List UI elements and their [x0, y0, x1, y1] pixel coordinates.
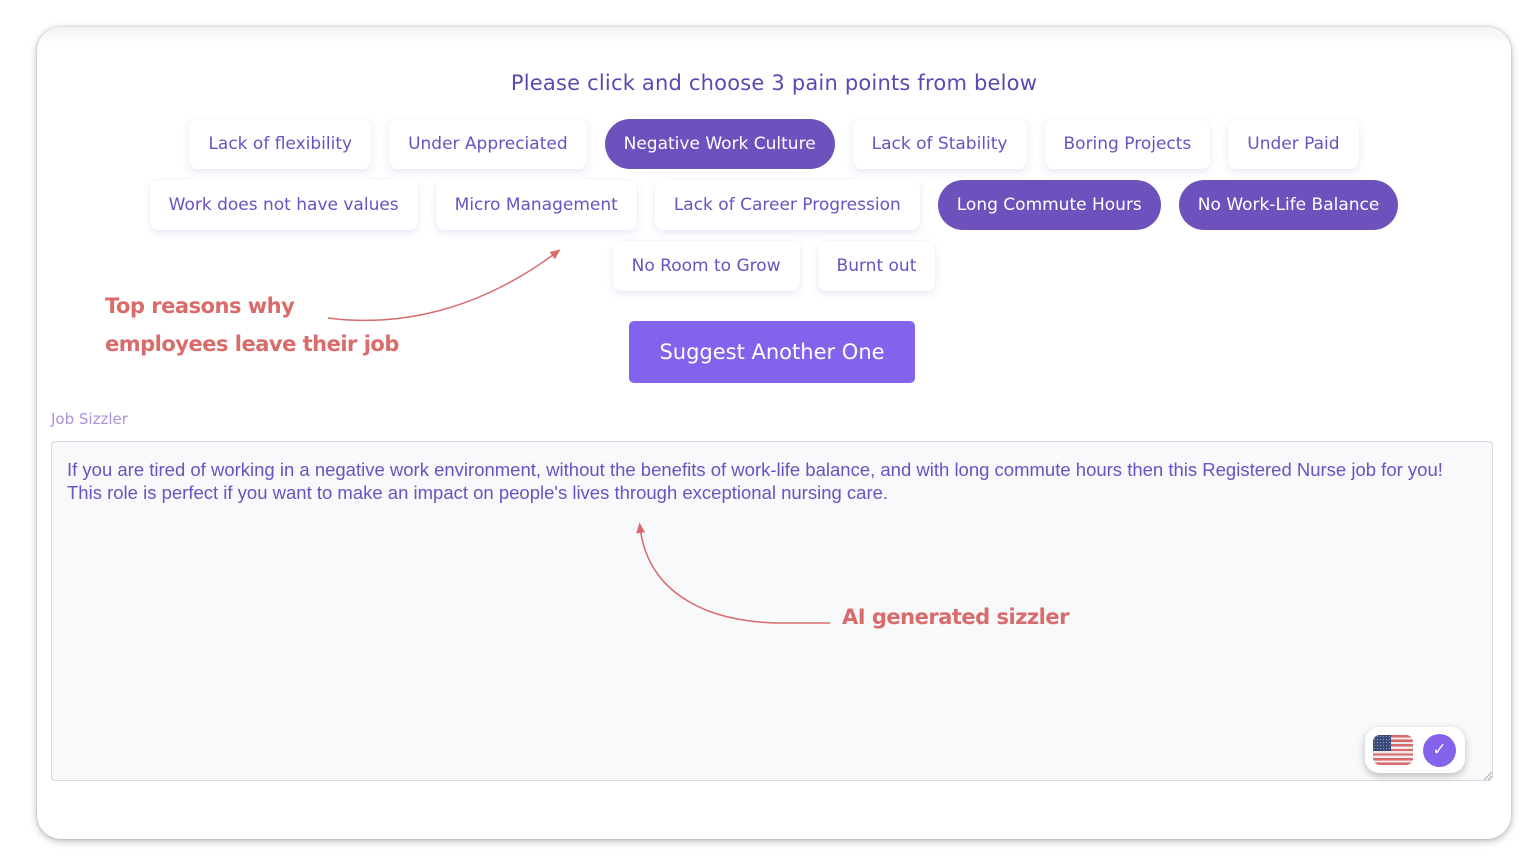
job-sizzler-textarea[interactable]: If you are tired of working in a negativ… — [51, 441, 1493, 781]
textarea-resize-handle[interactable] — [1484, 772, 1492, 780]
pain-point-row-3: No Room to Grow Burnt out — [37, 241, 1511, 291]
annotation-line-1: Top reasons why — [105, 294, 295, 318]
pain-point-chip[interactable]: Under Appreciated — [389, 119, 587, 169]
textarea-toolbar: ✓ — [1365, 727, 1465, 773]
annotation-top-reasons: Top reasons why employees leave their jo… — [105, 287, 445, 363]
suggest-another-button[interactable]: Suggest Another One — [629, 321, 915, 383]
pain-point-chip[interactable]: Boring Projects — [1044, 119, 1211, 169]
pain-point-chip[interactable]: No Room to Grow — [612, 241, 800, 291]
us-flag-icon[interactable] — [1373, 735, 1413, 765]
pain-point-chip[interactable]: Negative Work Culture — [604, 119, 835, 169]
pain-point-chip[interactable]: Lack of flexibility — [189, 119, 372, 169]
pain-point-chip[interactable]: Burnt out — [817, 241, 936, 291]
pain-point-chip[interactable]: No Work-Life Balance — [1178, 180, 1399, 230]
sizzler-card: Please click and choose 3 pain points fr… — [37, 27, 1511, 839]
pain-point-chip[interactable]: Lack of Career Progression — [654, 180, 920, 230]
instruction-heading: Please click and choose 3 pain points fr… — [510, 71, 1038, 95]
pain-point-row-2: Work does not have values Micro Manageme… — [37, 180, 1511, 230]
annotation-ai-sizzler: AI generated sizzler — [842, 605, 1069, 629]
job-sizzler-label: Job Sizzler — [51, 410, 128, 428]
checkmark-icon[interactable]: ✓ — [1423, 733, 1456, 767]
pain-point-chip[interactable]: Work does not have values — [149, 180, 418, 230]
pain-point-chip[interactable]: Long Commute Hours — [937, 180, 1161, 230]
annotation-line-2: employees leave their job — [105, 332, 399, 356]
flag-canton — [1373, 735, 1391, 751]
pain-point-chip[interactable]: Under Paid — [1228, 119, 1359, 169]
pain-point-chip[interactable]: Lack of Stability — [852, 119, 1027, 169]
card-top-strip — [37, 27, 1511, 41]
pain-point-row-1: Lack of flexibility Under Appreciated Ne… — [37, 119, 1511, 169]
pain-point-chip[interactable]: Micro Management — [435, 180, 637, 230]
